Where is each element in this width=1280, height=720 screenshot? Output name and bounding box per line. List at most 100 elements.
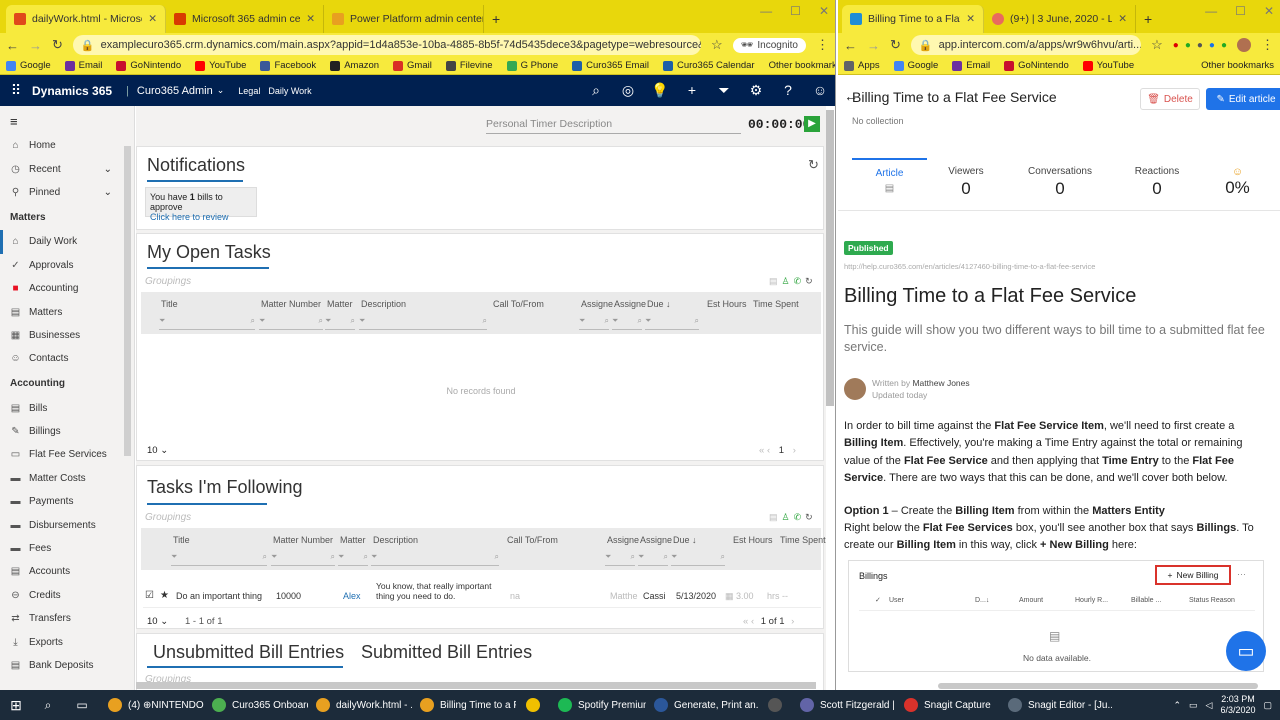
minimize-icon[interactable]: — [1205,4,1217,18]
help-icon[interactable]: ? [772,82,804,99]
article-paragraph-1[interactable]: In order to bill time against the Flat F… [844,418,1270,488]
sidebar-item-pinned[interactable]: ⚲ Pinned ⌄ [0,181,134,204]
tab-unsubmitted[interactable]: Unsubmitted Bill Entries [153,642,344,663]
taskbar-item[interactable]: Spotify Premium [550,690,646,720]
sidebar-item-fees[interactable]: ▬ Fees [0,537,134,560]
sidebar-item-billings[interactable]: ✎ Billings [0,420,134,443]
bookmark-filevine[interactable]: Filevine [445,60,493,71]
volume-icon[interactable]: ◁ [1206,700,1213,711]
column-filter-input[interactable]: ⏷ ⌕ [671,552,725,566]
timer-description-input[interactable]: Personal Timer Description [486,118,741,134]
taskbar-item[interactable] [516,690,550,720]
url-field[interactable]: 🔒 app.intercom.com/a/apps/wr9w6hvu/arti..… [910,35,1142,55]
column-header[interactable]: Time Spent [753,299,799,309]
minimize-icon[interactable]: — [760,4,772,18]
close-icon[interactable]: ✕ [142,13,157,25]
avatar[interactable] [1237,38,1251,52]
collection-label[interactable]: No collection [852,116,904,126]
sidebar-item-approvals[interactable]: ✓ Approvals [0,254,134,277]
bookmark-amazon[interactable]: Amazon [330,60,379,71]
column-filter-input[interactable]: ⏷ ⌕ [159,316,255,330]
column-filter-input[interactable]: ⏷ ⌕ [259,316,323,330]
horizontal-scrollbar[interactable] [136,682,816,689]
prev-page-icon[interactable]: ‹ [751,616,754,627]
close-icon[interactable]: ✕ [300,13,315,25]
reload-icon[interactable]: ↻ [890,37,901,53]
sidebar-item-accounting[interactable]: ■ Accounting [0,277,134,300]
taskbar-item[interactable]: Scott Fitzgerald | ... [792,690,896,720]
extension-icon[interactable]: ● [1197,40,1203,51]
network-icon[interactable]: ▭ [1189,700,1198,711]
column-header[interactable]: Time Spent [780,535,826,545]
sidebar-item-businesses[interactable]: ▦ Businesses [0,324,134,347]
url-field[interactable]: 🔒 examplecuro365.crm.dynamics.com/main.as… [72,35,702,55]
column-header[interactable]: Matter [327,299,353,309]
taskbar-item[interactable]: Snagit Editor - [Ju... [1000,690,1112,720]
sidebar-item-flat-fee-services[interactable]: ▭ Flat Fee Services [0,443,134,466]
extension-icon[interactable]: ● [1209,40,1215,51]
column-header[interactable]: Description [373,535,418,545]
back-icon[interactable]: ← [6,38,19,53]
prev-page-icon[interactable]: ‹ [767,445,770,456]
main-scrollbar[interactable] [826,110,834,406]
extension-icon[interactable]: ● [1185,40,1191,51]
waffle-icon[interactable]: ⠿ [0,82,32,99]
sidebar-item-recent[interactable]: ◷ Recent ⌄ [0,157,134,180]
filter-icon[interactable]: ⏷ [708,82,740,99]
column-filter-input[interactable]: ⏷ ⌕ [612,316,642,330]
column-header[interactable]: Assigne [581,299,613,309]
bookmark-gonintendo[interactable]: GoNintendo [1004,60,1069,71]
bookmark-gonintendo[interactable]: GoNintendo [116,60,181,71]
extension-icon[interactable]: ● [1173,40,1179,51]
tab-power-platform[interactable]: Power Platform admin center✕ [324,5,484,33]
maximize-icon[interactable]: ☐ [790,4,801,18]
column-header[interactable]: Matter [340,535,366,545]
bookmark-gmail[interactable]: Gmail [393,60,432,71]
star-icon[interactable]: ☆ [711,37,723,53]
column-filter-input[interactable]: ⏷ ⌕ [579,316,609,330]
sidebar-item-contacts[interactable]: ☺ Contacts [0,347,134,370]
close-window-icon[interactable]: ✕ [1264,4,1274,18]
chevron-up-icon[interactable]: ⌃ [1173,700,1181,711]
refresh-icon[interactable]: ↻ [805,512,813,523]
call-icon[interactable]: ✆ [794,512,802,523]
call-icon[interactable]: ✆ [794,276,802,287]
export-icon[interactable]: ▤ [769,512,778,523]
column-filter-input[interactable]: ⏷ ⌕ [325,316,355,330]
stat-reactions[interactable]: Reactions 0 [1122,166,1192,199]
plus-icon[interactable]: + [676,82,708,99]
stat-viewers[interactable]: Viewers 0 [936,166,996,199]
breadcrumb-daily-work[interactable]: Daily Work [268,86,311,96]
table-row[interactable]: ☑ ★ Do an important thing 10000 Alex You… [143,580,821,608]
column-header[interactable]: Due ↓ [647,299,671,309]
stat-article[interactable]: Article ▤ [852,158,927,210]
chevron-down-icon[interactable]: ⌄ [104,187,112,198]
start-button[interactable]: ⊞ [0,690,32,720]
bookmark-curo365-email[interactable]: Curo365 Email [572,60,649,71]
page-size-select[interactable]: 10 ⌄ [147,616,168,627]
timer-play-button[interactable]: ▶ [804,116,820,132]
bookmark-google[interactable]: Google [893,60,938,71]
page-size-select[interactable]: 10 ⌄ [147,445,168,456]
taskbar-item[interactable]: Snagit Capture [896,690,1000,720]
stat-happiness[interactable]: ☺ 0% [1210,166,1265,198]
hamburger-icon[interactable]: ≡ [0,106,134,134]
bookmark-apps[interactable]: Apps [844,60,880,71]
delete-button[interactable]: 🗑 Delete [1140,88,1200,110]
tab-loom[interactable]: (9+) | 3 June, 2020 - Loom P✕ [984,5,1136,33]
article-title[interactable]: Billing Time to a Flat Fee Service [844,285,1136,308]
menu-icon[interactable]: ⋮ [1261,37,1274,53]
sidebar-item-disbursements[interactable]: ▬ Disbursements [0,513,134,536]
column-header[interactable]: Est Hours [733,535,773,545]
taskbar-item[interactable]: Generate, Print an... [646,690,758,720]
column-filter-input[interactable]: ⏷ ⌕ [359,316,487,330]
app-title[interactable]: Dynamics 365 [32,84,112,98]
notification-icon[interactable]: ▢ [1263,700,1272,711]
sidebar-item-credits[interactable]: ⊖ Credits [0,584,134,607]
cell-matter[interactable]: Alex [343,591,371,601]
stat-conversations[interactable]: Conversations 0 [1020,166,1100,199]
sidebar-scrollbar[interactable] [124,146,131,456]
calendar-icon[interactable]: ▦ [725,591,734,602]
sidebar-item-bills[interactable]: ▤ Bills [0,397,134,420]
other-bookmarks[interactable]: Other bookmarks [1201,60,1274,71]
